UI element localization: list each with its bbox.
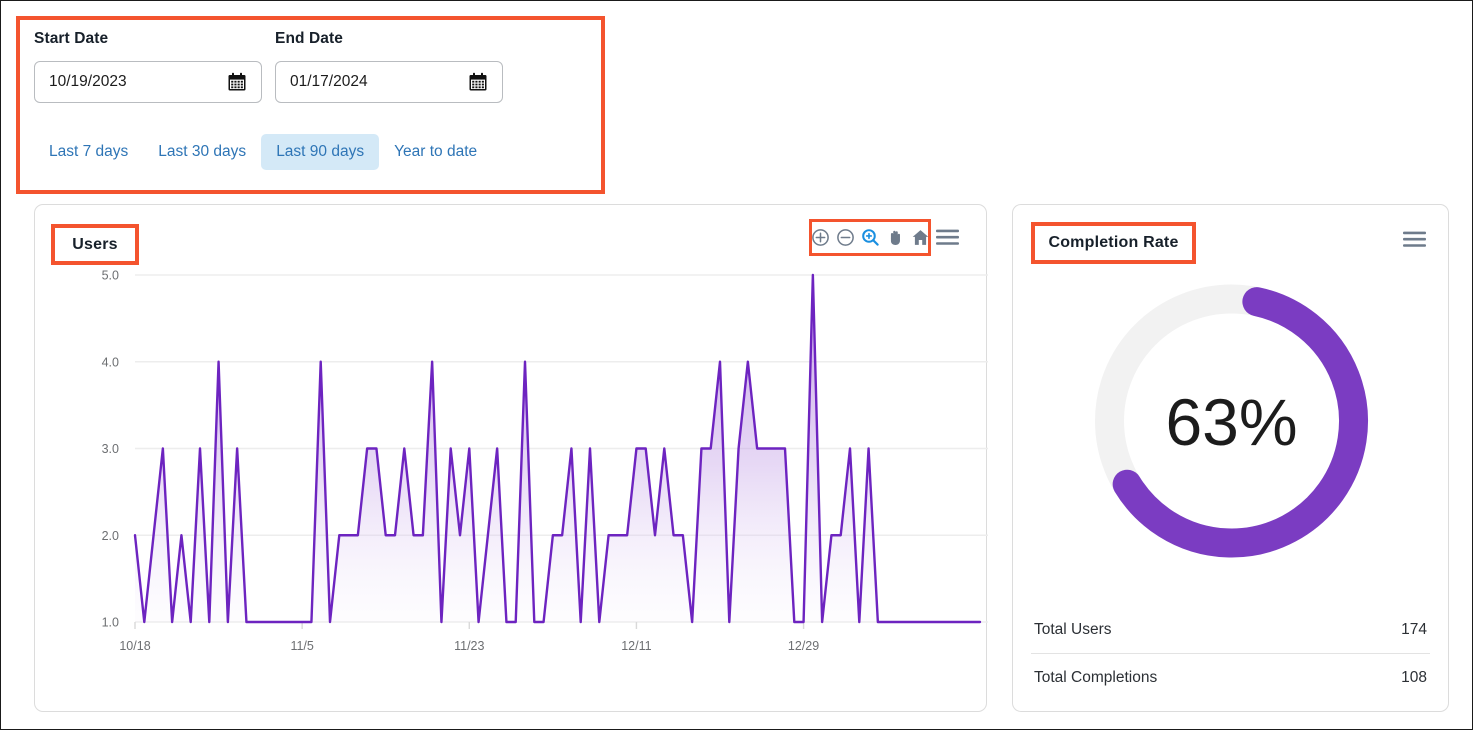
y-axis-tick-label: 4.0: [102, 355, 119, 369]
completion-rate-card: Completion Rate 63% Total Users 174 Total …: [1012, 204, 1449, 712]
donut-percent-label: 63%: [1165, 385, 1297, 459]
chart-menu-icon[interactable]: [1403, 231, 1426, 248]
stat-label: Total Completions: [1034, 669, 1158, 686]
chart-y-axis-labels: 1.0 2.0 3.0 4.0 5.0: [102, 269, 119, 630]
selection-zoom-icon[interactable]: [861, 228, 880, 247]
chart-menu-icon[interactable]: [936, 229, 959, 246]
users-card-title: Users: [72, 235, 118, 253]
chart-toolbar: [809, 219, 931, 256]
date-range-filter-panel: Start Date 10/19/2023 End Date 01/17/202…: [16, 16, 605, 194]
users-card-title-highlight: Users: [51, 224, 139, 265]
end-date-value: 01/17/2024: [290, 73, 368, 90]
completion-rate-title: Completion Rate: [1048, 234, 1179, 251]
chart-x-axis-ticks: [134, 622, 805, 629]
y-axis-tick-label: 3.0: [102, 442, 119, 456]
x-axis-tick-label: 11/23: [454, 639, 484, 653]
panning-icon[interactable]: [886, 228, 905, 247]
chart-x-axis-labels: 10/18 11/5 11/23 12/11 12/29: [119, 639, 819, 653]
x-axis-tick-label: 12/29: [788, 639, 819, 653]
start-date-value: 10/19/2023: [49, 73, 127, 90]
preset-range-buttons: Last 7 days Last 30 days Last 90 days Year …: [34, 134, 492, 170]
end-date-field-group: End Date 01/17/2024: [275, 30, 503, 103]
calendar-icon[interactable]: [468, 72, 488, 92]
x-axis-tick-label: 12/11: [621, 639, 651, 653]
x-axis-tick-label: 10/18: [119, 639, 150, 653]
users-area-chart[interactable]: 1.0 2.0 3.0 4.0 5.0 10/18 11/5 11/23 12/11 12/29: [35, 267, 988, 697]
preset-last-30-days[interactable]: Last 30 days: [143, 134, 261, 170]
start-date-input[interactable]: 10/19/2023: [34, 61, 262, 103]
x-axis-tick-label: 11/5: [290, 639, 313, 653]
stat-label: Total Users: [1034, 621, 1112, 638]
zoom-in-icon[interactable]: [811, 228, 830, 247]
calendar-icon[interactable]: [227, 72, 247, 92]
preset-last-90-days[interactable]: Last 90 days: [261, 134, 380, 170]
zoom-out-icon[interactable]: [836, 228, 855, 247]
y-axis-tick-label: 1.0: [102, 616, 119, 630]
preset-last-7-days[interactable]: Last 7 days: [34, 134, 143, 170]
stat-value: 108: [1401, 669, 1427, 686]
y-axis-tick-label: 2.0: [102, 529, 119, 543]
completion-rate-title-highlight: Completion Rate: [1031, 222, 1196, 264]
dashboard-page: Start Date 10/19/2023 End Date 01/17/202…: [0, 0, 1473, 730]
reset-zoom-icon[interactable]: [911, 228, 930, 247]
end-date-label: End Date: [275, 30, 343, 47]
stat-row: Total Users 174: [1031, 606, 1430, 653]
users-chart-card: Users 1.0 2.0 3.0 4.0 5.0 10/18 11/5 11/…: [34, 204, 988, 712]
completion-rate-donut[interactable]: 63%: [1013, 271, 1450, 571]
stat-value: 174: [1401, 621, 1427, 638]
end-date-input[interactable]: 01/17/2024: [275, 61, 503, 103]
stat-row: Total Completions 108: [1031, 653, 1430, 701]
start-date-label: Start Date: [34, 30, 109, 47]
y-axis-tick-label: 5.0: [102, 269, 119, 283]
preset-year-to-date[interactable]: Year to date: [379, 134, 492, 170]
completion-stats-list: Total Users 174 Total Completions 108: [1031, 606, 1430, 701]
start-date-field-group: Start Date 10/19/2023: [34, 30, 262, 103]
